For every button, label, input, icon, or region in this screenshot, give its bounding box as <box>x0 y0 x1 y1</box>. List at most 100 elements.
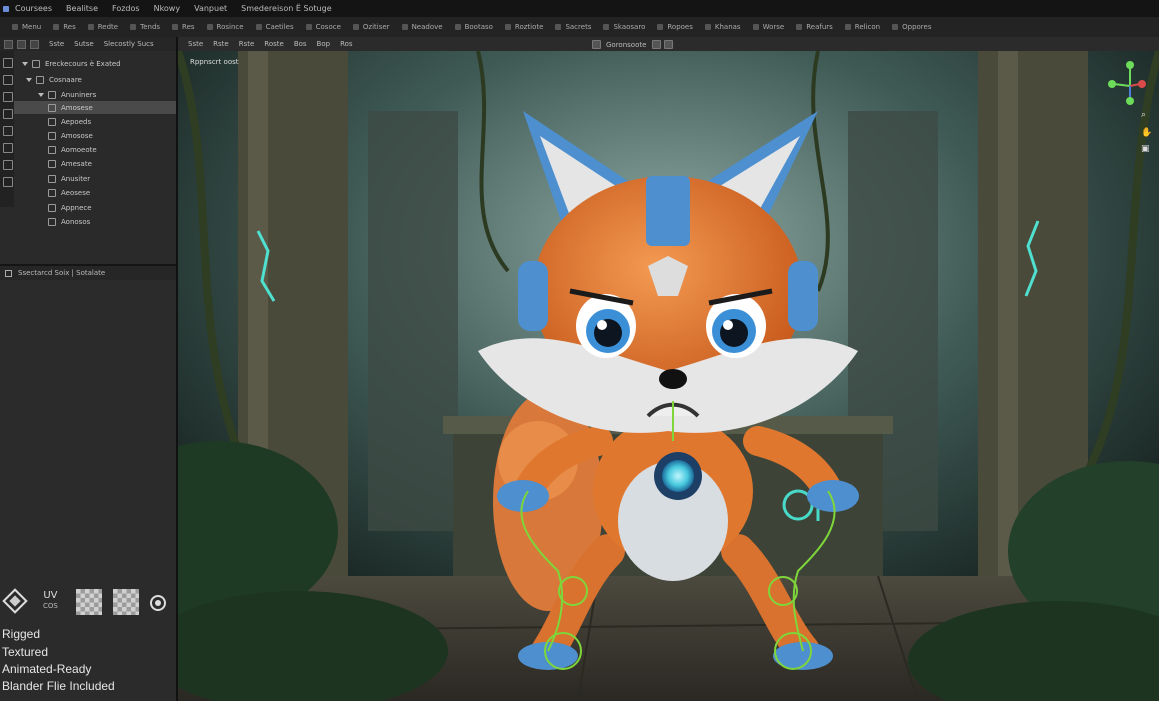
outliner-row[interactable]: Aomoeote <box>0 143 176 156</box>
app-logo-icon <box>3 5 9 12</box>
filter-icon[interactable] <box>17 39 26 49</box>
menu-item[interactable]: Neadove <box>401 23 443 31</box>
menu-item-label: Worse <box>762 23 785 31</box>
menu-item-label: Bootaso <box>464 23 493 31</box>
menu-item-icon <box>206 24 213 30</box>
expand-chevron-icon[interactable] <box>26 77 32 82</box>
outliner-row[interactable]: Anusiter <box>0 172 176 185</box>
menu-item[interactable]: Menu <box>12 23 41 31</box>
outliner-row-label: Anusiter <box>61 174 91 183</box>
menu-item-icon <box>130 24 137 30</box>
menu-item[interactable]: Reafurs <box>796 23 833 31</box>
menu-item[interactable]: Oppores <box>892 23 931 31</box>
snap-icon[interactable] <box>652 40 662 49</box>
outliner-row[interactable]: Amesate <box>0 157 176 170</box>
outliner-row[interactable]: Anuniners <box>0 88 176 101</box>
outliner-row[interactable]: Amosese <box>14 101 176 114</box>
title-item[interactable]: Fozdos <box>112 4 140 13</box>
toolbar-item[interactable]: Slecostly Sucs <box>104 40 154 48</box>
object-icon <box>48 131 56 140</box>
expand-chevron-icon[interactable] <box>38 92 44 97</box>
title-item[interactable]: Coursees <box>15 4 52 13</box>
viewport-menu-item[interactable]: Ros <box>340 40 352 48</box>
feature-textured: Textured <box>2 645 49 659</box>
menu-item[interactable]: Redte <box>87 23 118 31</box>
viewport-corner-label: Rppnscrt oost <box>190 58 239 66</box>
expand-chevron-icon[interactable] <box>22 61 28 66</box>
menu-item[interactable]: Ropoes <box>657 23 693 31</box>
menu-item-icon <box>401 24 408 30</box>
outliner-row-label: Amesate <box>61 159 92 168</box>
3d-viewport[interactable]: ⌕ ✋ ▣ <box>178 51 1159 701</box>
editor-type-icon[interactable] <box>4 39 13 49</box>
transform-orientation[interactable]: Goronsoote <box>606 41 646 49</box>
menu-item[interactable]: Khanas <box>704 23 741 31</box>
menu-item-icon <box>657 24 664 30</box>
outliner-row[interactable]: Cosnaare <box>0 73 176 86</box>
menu-item-label: Rosince <box>216 23 244 31</box>
menu-item[interactable]: Bootaso <box>454 23 493 31</box>
object-icon <box>48 145 56 154</box>
viewport-menu-item[interactable]: Bop <box>317 40 331 48</box>
object-icon <box>48 117 56 126</box>
view-icon[interactable] <box>30 39 39 49</box>
uv-label: UV <box>43 590 58 601</box>
outliner-row[interactable]: Aeosese <box>0 186 176 199</box>
menu-item[interactable]: Res <box>53 23 76 31</box>
menu-item[interactable]: Cosoce <box>305 23 341 31</box>
object-icon <box>48 203 56 212</box>
proportional-icon[interactable] <box>664 40 674 49</box>
menu-item-label: Tends <box>140 23 161 31</box>
viewport-menu-item[interactable]: Bos <box>294 40 307 48</box>
properties-icon[interactable] <box>5 269 12 277</box>
menu-item-label: Ropoes <box>667 23 693 31</box>
title-item[interactable]: Bealitse <box>66 4 98 13</box>
title-bar: Coursees Bealitse Fozdos Nkowy Vanpuet S… <box>0 0 1159 17</box>
viewport-menu-item[interactable]: Roste <box>264 40 284 48</box>
menu-item-icon <box>892 24 899 30</box>
menu-item-icon <box>555 24 562 30</box>
title-item[interactable]: Vanpuet <box>194 4 227 13</box>
collection-icon <box>48 90 56 99</box>
menu-item-label: Relicon <box>854 23 881 31</box>
menu-item-icon <box>352 24 359 30</box>
viewport-menu-item[interactable]: Sste <box>188 40 203 48</box>
menu-item[interactable]: Caetiles <box>255 23 294 31</box>
viewport-center-controls: Goronsoote <box>592 40 676 49</box>
menu-item[interactable]: Tends <box>130 23 160 31</box>
toolbar-item[interactable]: Sste <box>49 40 64 48</box>
menu-item-icon <box>172 24 179 30</box>
camera-icon[interactable]: ▣ <box>1141 144 1150 154</box>
viewport-menu-item[interactable]: Rste <box>213 40 229 48</box>
menu-item[interactable]: Ozitiser <box>352 23 390 31</box>
menu-item[interactable]: Worse <box>752 23 785 31</box>
menu-item[interactable]: Skaosaro <box>603 23 645 31</box>
title-item[interactable]: Nkowy <box>154 4 181 13</box>
outliner-row[interactable]: Ereckecours è Exated <box>0 57 176 70</box>
menu-item-label: Menu <box>22 23 42 31</box>
menu-item[interactable]: Res <box>172 23 195 31</box>
toolbar-item[interactable]: Sutse <box>74 40 94 48</box>
menu-item[interactable]: Sacrets <box>555 23 591 31</box>
outliner-row-label: Appnece <box>61 203 92 212</box>
orientation-icon[interactable] <box>592 40 601 49</box>
outliner-row[interactable]: Aonosos <box>0 215 176 228</box>
viewport-header: Sste Rste Rste Roste Bos Bop Ros Goronso… <box>178 37 1159 51</box>
menu-item-label: Khanas <box>714 23 741 31</box>
menu-item-label: Ozitiser <box>362 23 390 31</box>
menu-item[interactable]: Relicon <box>844 23 881 31</box>
hand-icon[interactable]: ✋ <box>1141 126 1152 138</box>
outliner-row[interactable]: Amosose <box>0 129 176 142</box>
menu-item-icon <box>704 24 711 30</box>
outliner-row[interactable]: Aepoeds <box>0 115 176 128</box>
viewport-menu-item[interactable]: Rste <box>239 40 255 48</box>
title-item[interactable]: Smedereison Ë Sotuge <box>241 4 332 13</box>
feature-rigged: Rigged <box>2 627 41 641</box>
zoom-icon[interactable]: ⌕ <box>1141 110 1146 120</box>
outliner-row[interactable]: Appnece <box>0 201 176 214</box>
menu-item[interactable]: Roztiote <box>504 23 543 31</box>
menu-item[interactable]: Rosince <box>206 23 244 31</box>
collection-icon <box>32 59 40 68</box>
menu-item-label: Res <box>182 23 195 31</box>
properties-header: Ssectarcd Soix | Sotalate <box>0 266 176 280</box>
